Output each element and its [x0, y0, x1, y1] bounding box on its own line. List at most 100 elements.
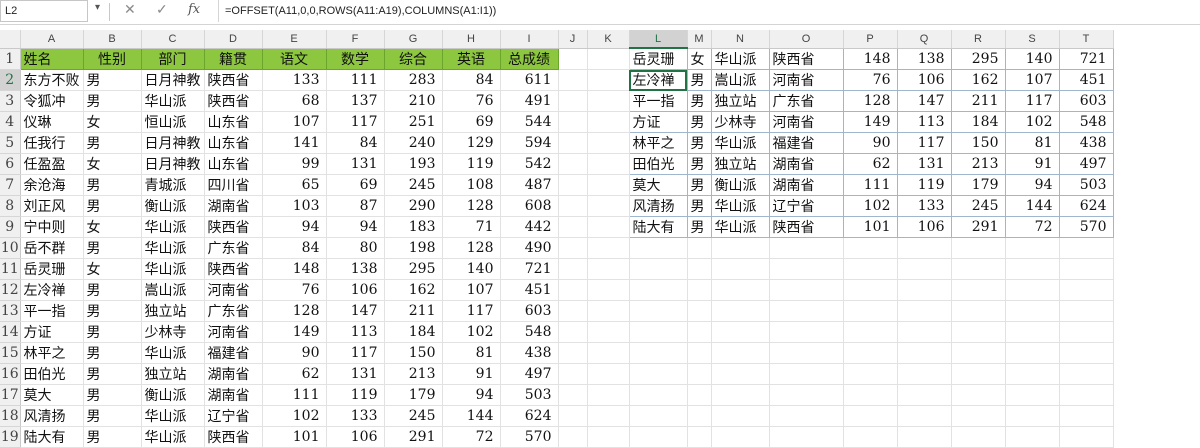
cell[interactable]: 503	[1058, 174, 1114, 196]
cell[interactable]	[951, 405, 1006, 427]
cell[interactable]: 男	[83, 174, 142, 196]
cell[interactable]: 男	[686, 216, 712, 238]
cell[interactable]: 部门	[140, 47, 205, 70]
cell[interactable]	[711, 426, 770, 448]
cell[interactable]: 陕西省	[204, 90, 263, 112]
cell[interactable]: 497	[500, 363, 559, 385]
confirm-icon[interactable]: ✓	[156, 1, 168, 18]
cell[interactable]	[587, 69, 630, 91]
cell[interactable]	[769, 258, 844, 280]
row-header[interactable]: 8	[0, 195, 21, 217]
cell[interactable]: 91	[1004, 153, 1060, 175]
cell[interactable]: 方证	[20, 321, 84, 343]
cell[interactable]	[769, 363, 844, 385]
cell[interactable]: 106	[326, 279, 385, 301]
cell[interactable]	[687, 405, 712, 427]
cell[interactable]: 451	[1058, 69, 1114, 91]
cell[interactable]: 日月神教	[141, 132, 205, 154]
cell[interactable]: 女	[83, 216, 142, 238]
cell[interactable]: 岳灵珊	[20, 258, 84, 280]
cell[interactable]	[687, 426, 712, 448]
cell[interactable]: 语文	[261, 47, 327, 70]
cell[interactable]	[1005, 279, 1060, 301]
cell[interactable]: 余沧海	[20, 174, 84, 196]
cell[interactable]: 162	[384, 279, 443, 301]
cell[interactable]: 独立站	[710, 90, 770, 112]
cell[interactable]	[951, 342, 1006, 364]
cell[interactable]: 240	[384, 132, 443, 154]
row-header[interactable]: 1	[0, 48, 21, 70]
row-header[interactable]: 4	[0, 111, 21, 133]
cell[interactable]: 嵩山派	[710, 69, 770, 91]
cell[interactable]: 94	[262, 216, 327, 238]
cell[interactable]: 刘正风	[20, 195, 84, 217]
select-all-corner[interactable]	[0, 30, 21, 49]
cell[interactable]: 80	[326, 237, 385, 259]
cell[interactable]: 111	[842, 174, 898, 196]
cell[interactable]	[587, 111, 630, 133]
cell[interactable]: 117	[1004, 90, 1060, 112]
cell[interactable]	[769, 426, 844, 448]
cell[interactable]: 106	[896, 216, 952, 238]
cell[interactable]: 陕西省	[768, 47, 844, 70]
cell[interactable]: 76	[842, 69, 898, 91]
cell[interactable]	[951, 384, 1006, 406]
cell[interactable]: 衡山派	[141, 195, 205, 217]
cell[interactable]: 624	[1058, 195, 1114, 217]
cell[interactable]	[1059, 342, 1114, 364]
cell[interactable]	[711, 258, 770, 280]
column-header[interactable]: G	[384, 30, 443, 49]
cell[interactable]: 72	[1004, 216, 1060, 238]
cell[interactable]	[711, 342, 770, 364]
cell[interactable]	[558, 300, 588, 322]
cell[interactable]: 65	[262, 174, 327, 196]
column-header[interactable]: D	[204, 30, 263, 49]
cell[interactable]: 陕西省	[204, 216, 263, 238]
cell[interactable]	[1059, 258, 1114, 280]
cell[interactable]: 131	[326, 363, 385, 385]
cell[interactable]	[687, 384, 712, 406]
cell[interactable]	[711, 384, 770, 406]
cell[interactable]: 陕西省	[204, 426, 263, 448]
cell[interactable]: 山东省	[204, 111, 263, 133]
cell[interactable]	[897, 426, 952, 448]
cell[interactable]: 湖南省	[768, 153, 844, 175]
cell[interactable]: 544	[500, 111, 559, 133]
cell[interactable]	[558, 174, 588, 196]
cell[interactable]: 独立站	[141, 363, 205, 385]
column-header[interactable]: F	[326, 30, 385, 49]
cell[interactable]: 田伯光	[20, 363, 84, 385]
cell[interactable]	[843, 384, 898, 406]
cell[interactable]	[951, 321, 1006, 343]
cell[interactable]: 193	[384, 153, 443, 175]
cell[interactable]: 湖南省	[204, 384, 263, 406]
cell[interactable]: 119	[896, 174, 952, 196]
cell[interactable]	[587, 153, 630, 175]
cell[interactable]	[951, 258, 1006, 280]
cell[interactable]	[687, 363, 712, 385]
cell[interactable]	[951, 300, 1006, 322]
cell[interactable]	[1005, 321, 1060, 343]
cell[interactable]	[1059, 363, 1114, 385]
cell[interactable]: 102	[1004, 111, 1060, 133]
cell[interactable]: 133	[262, 69, 327, 91]
cell[interactable]: 138	[326, 258, 385, 280]
cell[interactable]	[558, 342, 588, 364]
cell[interactable]	[629, 321, 688, 343]
cell[interactable]	[558, 216, 588, 238]
cell[interactable]: 华山派	[710, 216, 770, 238]
cell[interactable]: 男	[686, 132, 712, 154]
cell[interactable]	[843, 405, 898, 427]
cell[interactable]: 87	[326, 195, 385, 217]
column-header[interactable]: A	[20, 30, 84, 49]
cell[interactable]: 141	[262, 132, 327, 154]
column-header[interactable]: M	[687, 30, 712, 49]
cell[interactable]: 150	[384, 342, 443, 364]
cell[interactable]	[687, 237, 712, 259]
row-header[interactable]: 19	[0, 426, 21, 448]
cell[interactable]: 任盈盈	[20, 153, 84, 175]
cell[interactable]	[843, 426, 898, 448]
cell[interactable]: 衡山派	[141, 384, 205, 406]
cell[interactable]: 湖南省	[204, 363, 263, 385]
cell[interactable]	[687, 342, 712, 364]
